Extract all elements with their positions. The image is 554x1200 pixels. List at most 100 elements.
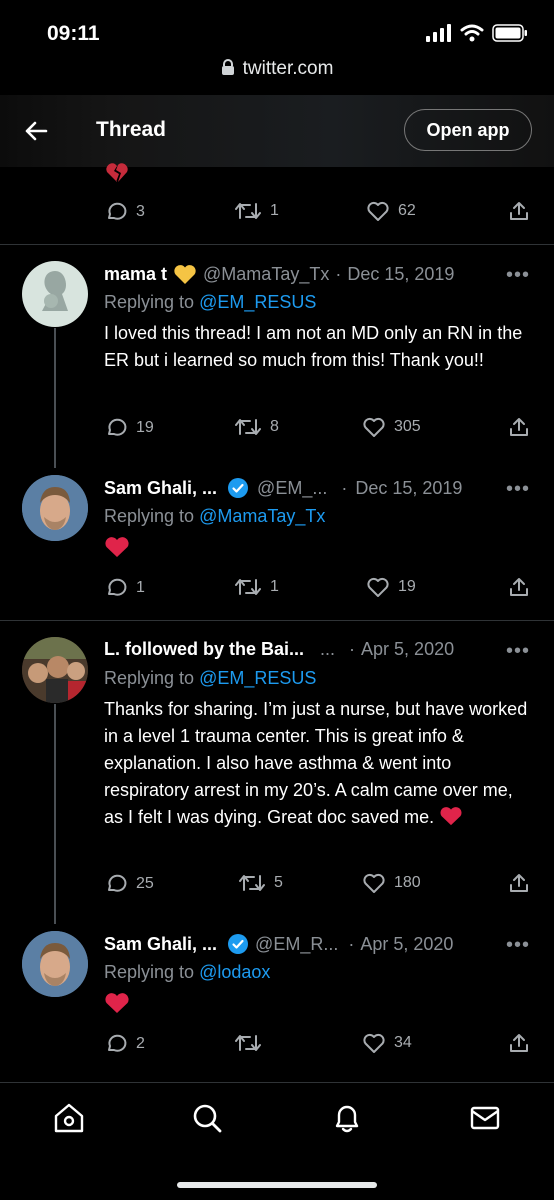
share-button[interactable] bbox=[508, 872, 530, 894]
page-title: Thread bbox=[96, 118, 167, 141]
like-button[interactable]: 180 bbox=[362, 872, 421, 894]
verified-badge-icon bbox=[228, 934, 249, 954]
retweet-count: 1 bbox=[270, 202, 279, 219]
display-name[interactable]: L. followed by the Bai... bbox=[104, 639, 304, 660]
replying-to-link[interactable]: @EM_RESUS bbox=[199, 668, 316, 688]
more-options-button[interactable]: ••• bbox=[506, 264, 530, 287]
open-app-button[interactable]: Open app bbox=[404, 109, 532, 151]
messages-icon[interactable] bbox=[468, 1101, 502, 1135]
retweet-button[interactable]: 1 bbox=[234, 200, 279, 222]
handle: ... bbox=[320, 639, 336, 659]
share-icon bbox=[510, 202, 528, 220]
reply-button[interactable]: 19 bbox=[104, 416, 154, 440]
reply-icon bbox=[108, 418, 127, 436]
display-name[interactable]: Sam Ghali, ... bbox=[104, 478, 217, 499]
replying-to-link[interactable]: @EM_RESUS bbox=[199, 292, 316, 312]
tweet-header: Sam Ghali, ... @EM_... · Dec 15, 2019 bbox=[104, 477, 536, 499]
replying-to: Replying to @lodaox bbox=[104, 962, 270, 983]
like-count: 19 bbox=[398, 578, 416, 595]
tweet-header: mama t @MamaTay_Tx · Dec 15, 2019 bbox=[104, 263, 536, 285]
separator: · bbox=[349, 639, 356, 659]
more-options-button[interactable]: ••• bbox=[506, 478, 530, 501]
like-count: 34 bbox=[394, 1034, 412, 1051]
more-options-button[interactable]: ••• bbox=[506, 640, 530, 663]
share-button[interactable] bbox=[508, 1032, 530, 1054]
share-button[interactable] bbox=[508, 416, 530, 438]
separator: · bbox=[335, 263, 342, 284]
reply-icon bbox=[108, 874, 127, 892]
retweet-button[interactable]: 1 bbox=[234, 576, 279, 598]
share-icon bbox=[510, 418, 528, 436]
more-options-button[interactable]: ••• bbox=[506, 934, 530, 957]
like-button[interactable]: 34 bbox=[362, 1032, 412, 1054]
status-time: 09:11 bbox=[47, 22, 100, 45]
home-icon[interactable] bbox=[52, 1101, 86, 1135]
reply-button[interactable]: 1 bbox=[104, 576, 145, 600]
share-button[interactable] bbox=[508, 200, 530, 222]
retweet-icon bbox=[239, 875, 265, 891]
share-icon bbox=[510, 1034, 528, 1052]
notifications-icon[interactable] bbox=[330, 1101, 364, 1135]
bottom-nav bbox=[0, 1082, 554, 1200]
wifi-icon bbox=[460, 24, 484, 42]
status-bar: 09:11 bbox=[0, 0, 554, 60]
tweet-actions: 2 34 bbox=[0, 1032, 554, 1062]
yellow-heart-emoji-icon bbox=[174, 265, 196, 284]
tweet-date[interactable]: Apr 5, 2020 bbox=[360, 934, 453, 955]
reply-count: 25 bbox=[136, 875, 154, 892]
like-count: 305 bbox=[394, 418, 421, 435]
replying-to-prefix: Replying to bbox=[104, 668, 200, 688]
reply-button[interactable]: 25 bbox=[104, 872, 154, 896]
retweet-button[interactable] bbox=[234, 1032, 270, 1054]
display-name[interactable]: Sam Ghali, ... bbox=[104, 934, 217, 955]
reply-button[interactable]: 2 bbox=[104, 1032, 145, 1056]
battery-icon bbox=[492, 24, 527, 42]
avatar[interactable] bbox=[22, 261, 88, 327]
like-icon bbox=[363, 1033, 385, 1053]
share-button[interactable] bbox=[508, 576, 530, 598]
retweet-count: 1 bbox=[270, 578, 279, 595]
reply-button[interactable]: 3 bbox=[104, 200, 145, 224]
retweet-icon bbox=[235, 203, 261, 219]
thread-header: Thread Open app bbox=[0, 95, 554, 167]
verified-badge-icon bbox=[228, 478, 249, 498]
retweet-button[interactable]: 5 bbox=[238, 872, 283, 894]
url-bar[interactable]: twitter.com bbox=[0, 58, 554, 80]
like-count: 180 bbox=[394, 874, 421, 891]
reply-count: 19 bbox=[136, 419, 154, 436]
tweet-actions: 1 1 19 bbox=[0, 576, 554, 606]
like-icon bbox=[363, 417, 385, 437]
handle: @MamaTay_Tx bbox=[203, 263, 330, 284]
retweet-icon bbox=[235, 419, 261, 435]
tweet-date[interactable]: Dec 15, 2019 bbox=[355, 478, 462, 499]
avatar[interactable] bbox=[22, 475, 88, 541]
thread-connector bbox=[54, 328, 56, 468]
avatar[interactable] bbox=[22, 637, 88, 703]
tweet-date[interactable]: Dec 15, 2019 bbox=[347, 264, 454, 285]
retweet-button[interactable]: 8 bbox=[234, 416, 279, 438]
search-icon[interactable] bbox=[190, 1101, 224, 1135]
like-icon bbox=[363, 873, 385, 893]
avatar[interactable] bbox=[22, 931, 88, 997]
like-button[interactable]: 305 bbox=[362, 416, 421, 438]
replying-to-link[interactable]: @MamaTay_Tx bbox=[199, 506, 325, 526]
lock-icon bbox=[221, 59, 234, 75]
tweet-actions: 25 5 180 bbox=[0, 872, 554, 902]
tweet-text: Thanks for sharing. I’m just a nurse, bu… bbox=[104, 699, 528, 827]
like-button[interactable]: 62 bbox=[366, 200, 416, 222]
like-icon bbox=[367, 201, 389, 221]
reply-count: 1 bbox=[136, 579, 145, 596]
replying-to-prefix: Replying to bbox=[104, 292, 200, 312]
tweet-actions: 19 8 305 bbox=[0, 416, 554, 446]
retweet-count: 8 bbox=[270, 418, 279, 435]
home-indicator[interactable] bbox=[177, 1182, 377, 1188]
like-button[interactable]: 19 bbox=[366, 576, 416, 598]
like-count: 62 bbox=[398, 202, 416, 219]
divider bbox=[0, 244, 554, 245]
replying-to-link[interactable]: @lodaox bbox=[199, 962, 270, 982]
tweet-date[interactable]: Apr 5, 2020 bbox=[361, 639, 454, 660]
tweet-header: Sam Ghali, ... @EM_R... · Apr 5, 2020 bbox=[104, 933, 536, 955]
display-name[interactable]: mama t bbox=[104, 264, 167, 285]
reply-count: 2 bbox=[136, 1035, 145, 1052]
back-arrow-icon[interactable] bbox=[22, 117, 50, 145]
